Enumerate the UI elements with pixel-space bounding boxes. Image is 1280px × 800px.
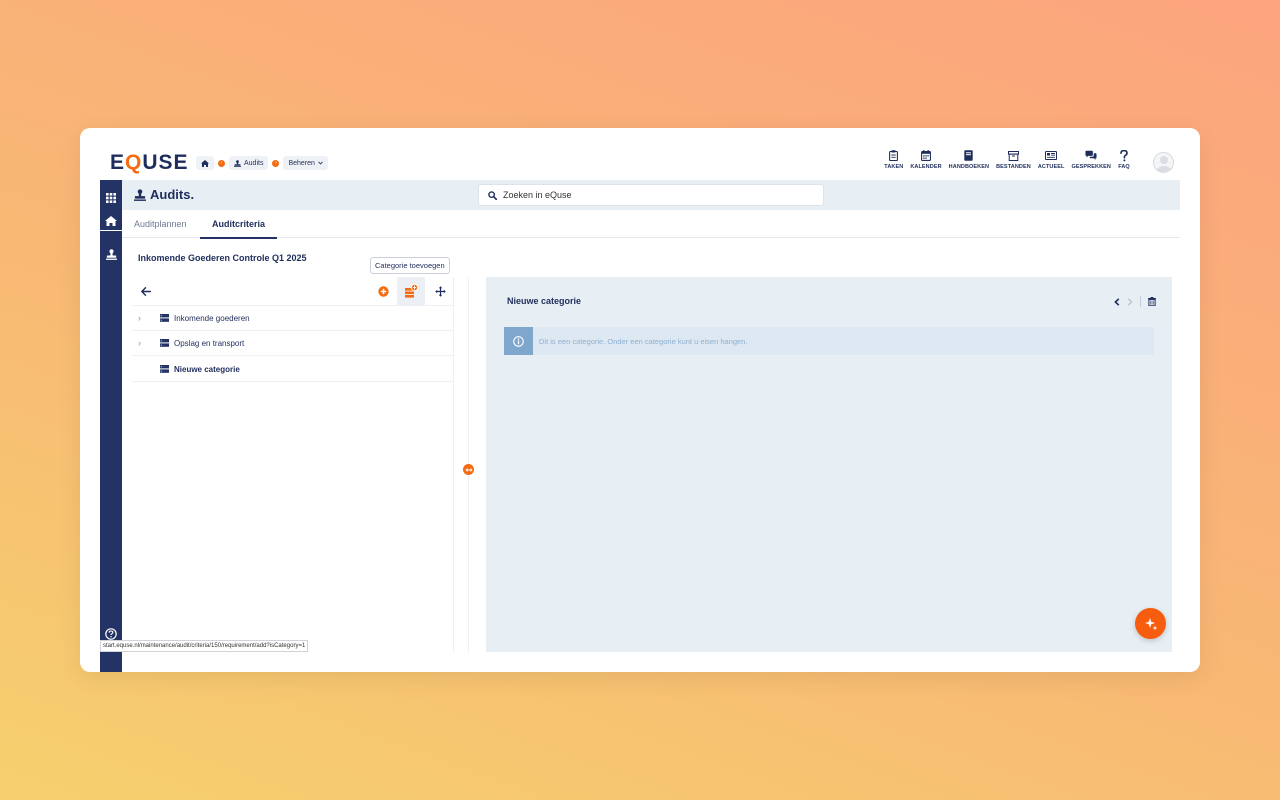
breadcrumb-home[interactable] (196, 156, 214, 170)
nav-gesprekken-label: GESPREKKEN (1071, 164, 1111, 170)
search-icon (488, 190, 497, 200)
tree-toolbar (132, 277, 454, 306)
toolbar-divider (1140, 296, 1141, 307)
tooltip-add-category: Categorie toevoegen (370, 257, 450, 274)
nav-handboeken-label: HANDBOEKEN (948, 164, 990, 170)
book-icon (964, 150, 974, 161)
tree-item-inkomende-goederen[interactable]: › Inkomende goederen (132, 306, 454, 331)
nav-handboeken[interactable]: HANDBOEKEN (949, 150, 989, 170)
tab-bar: Auditplannen Auditcriteria (122, 210, 1180, 239)
move-arrows-icon (434, 285, 446, 297)
search-input[interactable]: Zoeken in eQuse (478, 184, 824, 206)
top-bar: EQUSE › Audits › Beheren TAKEN KALENDER … (80, 128, 1200, 180)
breadcrumb-separator-icon: › (218, 159, 225, 167)
detail-title: Nieuwe categorie (507, 296, 582, 306)
stamp-icon (134, 188, 146, 201)
add-category-icon (405, 284, 418, 298)
info-message: Dit is een categorie. Onder een categori… (504, 327, 1154, 355)
search-placeholder: Zoeken in eQuse (503, 190, 572, 200)
logo-text-suffix: USE (142, 151, 189, 174)
sparkle-icon (1144, 617, 1157, 630)
breadcrumb: › Audits › Beheren (196, 156, 328, 170)
ai-assistant-button[interactable] (1135, 608, 1166, 639)
archive-icon (1007, 150, 1019, 161)
sidebar-item-apps[interactable] (100, 188, 122, 208)
page-header: Audits. Zoeken in eQuse (122, 180, 1180, 210)
resize-handle-icon[interactable] (463, 464, 474, 475)
nav-actueel-label: ACTUEEL (1037, 164, 1065, 170)
nav-taken-label: TAKEN (884, 164, 904, 170)
category-icon (160, 365, 169, 373)
breadcrumb-separator-icon: › (272, 159, 280, 167)
tab-auditcriteria[interactable]: Auditcriteria (200, 219, 278, 239)
category-icon (160, 339, 169, 347)
sidebar (100, 180, 122, 672)
nav-kalender[interactable]: KALENDER (910, 150, 942, 170)
move-button[interactable] (426, 277, 454, 305)
back-button[interactable] (132, 277, 160, 305)
equse-logo[interactable]: EQUSE (110, 152, 189, 174)
nav-faq-label: FAQ (1118, 164, 1130, 170)
home-icon (201, 159, 209, 167)
category-icon (160, 314, 169, 322)
breadcrumb-beheren-label: Beheren (288, 159, 315, 167)
breadcrumb-beheren[interactable]: Beheren (283, 156, 328, 170)
sidebar-item-audits[interactable] (100, 244, 122, 264)
add-category-button[interactable] (397, 277, 425, 305)
logo-text-q: Q (125, 151, 143, 174)
sidebar-item-home[interactable] (100, 211, 122, 231)
info-icon (504, 327, 533, 355)
clipboard-icon (889, 150, 899, 161)
detail-toolbar (1114, 296, 1156, 307)
calendar-icon (921, 150, 931, 161)
chevron-right-icon[interactable]: › (138, 338, 150, 348)
app-window: EQUSE › Audits › Beheren TAKEN KALENDER … (80, 128, 1200, 672)
page-title-text: Audits. (150, 187, 195, 202)
trash-icon[interactable] (1148, 297, 1156, 306)
breadcrumb-audits-label: Audits (244, 159, 264, 167)
top-navigation: TAKEN KALENDER HANDBOEKEN BESTANDEN ACTU… (884, 149, 1130, 170)
chevron-right-icon[interactable]: › (138, 313, 150, 323)
chat-icon (1085, 150, 1097, 160)
nav-taken[interactable]: TAKEN (884, 150, 903, 170)
nav-bestanden-label: BESTANDEN (996, 164, 1031, 170)
help-circle-icon[interactable] (105, 627, 117, 640)
nav-bestanden[interactable]: BESTANDEN (996, 150, 1031, 170)
audit-title: Inkomende Goederen Controle Q1 2025 (138, 253, 307, 263)
avatar[interactable] (1153, 152, 1174, 173)
browser-status-url: start.equse.nl/maintenance/audit/criteri… (100, 640, 309, 652)
detail-panel: Nieuwe categorie Dit is een categorie. O… (486, 277, 1172, 652)
news-icon (1045, 151, 1058, 160)
tree-item-opslag-en-transport[interactable]: › Opslag en transport (132, 331, 454, 356)
grid-icon (106, 193, 116, 203)
tree-item-label: Opslag en transport (174, 338, 245, 348)
stamp-icon (234, 159, 241, 167)
plus-circle-icon (377, 285, 389, 297)
nav-faq[interactable]: FAQ (1118, 149, 1130, 170)
breadcrumb-audits[interactable]: Audits (229, 156, 269, 170)
tree-item-label: Nieuwe categorie (174, 364, 240, 374)
tree-item-label: Inkomende goederen (174, 313, 250, 323)
nav-actueel[interactable]: ACTUEEL (1038, 150, 1065, 170)
chevron-right-icon[interactable] (1127, 297, 1133, 306)
logo-text-prefix: E (110, 151, 126, 174)
stamp-icon (105, 248, 117, 260)
arrow-left-icon (141, 286, 151, 296)
info-text: Dit is een categorie. Onder een categori… (539, 336, 748, 346)
home-icon (105, 215, 117, 226)
chevron-down-icon (318, 161, 323, 165)
question-icon (1120, 149, 1128, 161)
chevron-left-icon[interactable] (1114, 297, 1120, 306)
nav-gesprekken[interactable]: GESPREKKEN (1071, 150, 1111, 170)
add-requirement-button[interactable] (369, 277, 397, 305)
tree-item-nieuwe-categorie[interactable]: Nieuwe categorie (132, 357, 454, 382)
tab-auditplannen[interactable]: Auditplannen (134, 219, 187, 237)
nav-kalender-label: KALENDER (910, 164, 942, 170)
page-title: Audits. (134, 187, 194, 202)
